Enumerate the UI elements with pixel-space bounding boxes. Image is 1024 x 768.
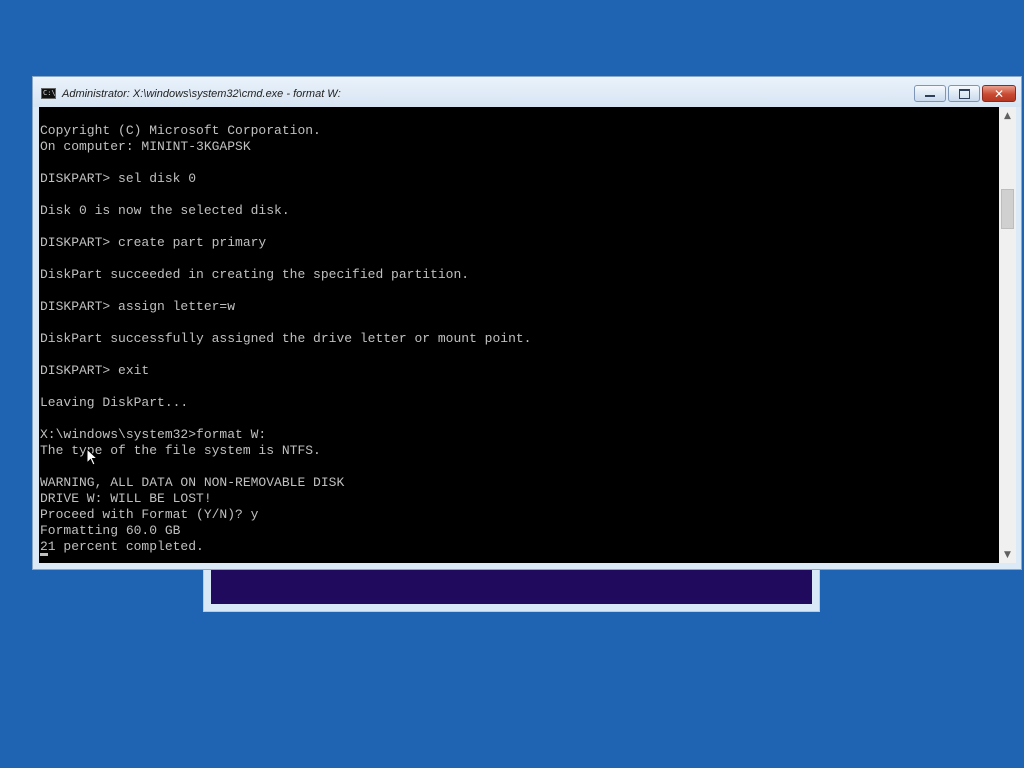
minimize-button[interactable] [914,85,946,102]
maximize-icon [958,88,970,99]
chevron-up-icon: ▲ [1004,110,1011,121]
close-button[interactable]: ✕ [982,85,1016,102]
title-bar[interactable]: C:\ Administrator: X:\windows\system32\c… [33,77,1021,107]
maximize-button[interactable] [948,85,980,102]
console-output[interactable]: Copyright (C) Microsoft Corporation. On … [39,107,999,563]
text-cursor [40,553,48,556]
mouse-pointer-icon [86,448,98,466]
command-prompt-window[interactable]: C:\ Administrator: X:\windows\system32\c… [32,76,1022,570]
desktop: C:\ Administrator: X:\windows\system32\c… [0,0,1024,768]
console-text: Copyright (C) Microsoft Corporation. On … [40,123,532,554]
cmd-icon: C:\ [41,88,56,99]
scroll-up-button[interactable]: ▲ [999,107,1016,124]
close-icon: ✕ [993,86,1005,101]
minimize-icon [925,95,935,97]
setup-window-content [211,569,812,604]
chevron-down-icon: ▼ [1004,549,1011,560]
vertical-scrollbar[interactable]: ▲ ▼ [999,107,1016,563]
scroll-thumb[interactable] [1001,189,1014,229]
window-title: Administrator: X:\windows\system32\cmd.e… [62,88,341,100]
scroll-down-button[interactable]: ▼ [999,546,1016,563]
